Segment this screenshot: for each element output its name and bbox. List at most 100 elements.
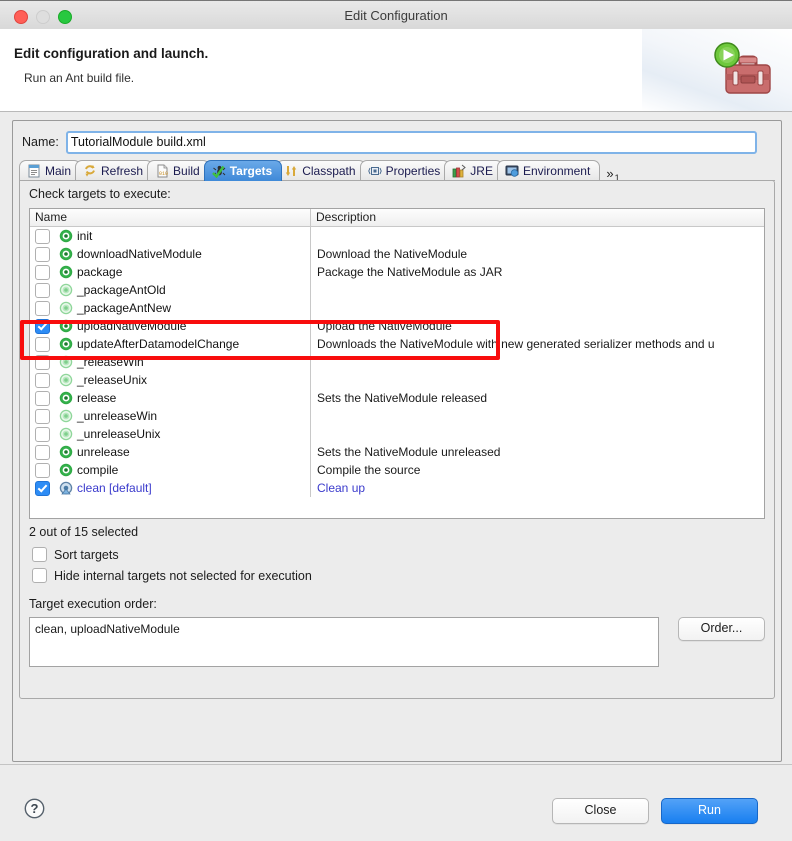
target-icon	[59, 229, 73, 243]
tab-main-label: Main	[45, 164, 72, 178]
tab-environment[interactable]: Environment	[496, 160, 601, 181]
default-target-icon	[59, 481, 73, 495]
ant-build-toolbox-icon	[714, 42, 771, 94]
target-name-cell: uploadNativeModule	[30, 317, 311, 335]
hide-internal-targets-option[interactable]: Hide internal targets not selected for e…	[32, 568, 312, 583]
target-checkbox[interactable]	[35, 426, 50, 442]
selection-count-label: 2 out of 15 selected	[29, 525, 139, 539]
target-checkbox[interactable]	[35, 264, 50, 280]
target-description	[311, 281, 764, 299]
target-icon	[59, 445, 73, 459]
target-name: _packageAntOld	[77, 283, 166, 297]
target-description: Sets the NativeModule unreleased	[317, 445, 501, 459]
table-row[interactable]: release Sets the NativeModule released	[30, 389, 764, 407]
target-icon	[59, 265, 73, 279]
column-header-description[interactable]: Description	[311, 209, 764, 226]
target-name: _unreleaseUnix	[77, 427, 161, 441]
table-row[interactable]: downloadNativeModule Download the NativeM…	[30, 245, 764, 263]
tab-jre[interactable]: JRE	[444, 160, 503, 181]
target-checkbox[interactable]	[35, 246, 50, 262]
target-name: init	[77, 229, 93, 243]
sort-targets-option[interactable]: Sort targets	[32, 547, 119, 562]
order-button[interactable]: Order...	[678, 617, 765, 641]
target-name: uploadNativeModule	[77, 319, 187, 333]
target-checkbox[interactable]	[35, 354, 50, 370]
column-header-name[interactable]: Name	[30, 209, 311, 226]
target-description	[311, 407, 764, 425]
targets-table[interactable]: Name Description init downloadNativeModul…	[29, 208, 765, 519]
tab-classpath-label: Classpath	[302, 164, 356, 178]
target-description: Compile the source	[317, 463, 421, 477]
help-icon[interactable]: ?	[24, 798, 45, 819]
properties-icon	[367, 167, 382, 175]
configuration-name-input[interactable]	[65, 130, 757, 154]
target-icon	[59, 337, 73, 351]
targets-table-body: init downloadNativeModule Download the Nat…	[30, 227, 764, 497]
check-targets-label: Check targets to execute:	[29, 187, 171, 201]
environment-icon	[505, 165, 519, 177]
name-label: Name:	[22, 135, 59, 149]
tab-build[interactable]: 010 Build	[147, 160, 210, 181]
target-icon	[59, 391, 73, 405]
target-checkbox[interactable]	[35, 372, 50, 388]
table-row[interactable]: _releaseWin	[30, 353, 764, 371]
tab-properties[interactable]: Properties	[359, 160, 451, 181]
target-description: Upload the NativeModule	[317, 319, 452, 333]
window-title: Edit Configuration	[344, 8, 448, 23]
tab-classpath[interactable]: Classpath	[276, 160, 366, 181]
svg-text:010: 010	[159, 171, 168, 177]
table-row[interactable]: _unreleaseUnix	[30, 425, 764, 443]
target-checkbox[interactable]	[35, 228, 50, 244]
target-description: Downloads the NativeModule with new gene…	[317, 337, 715, 351]
target-name-cell: _unreleaseUnix	[30, 425, 311, 443]
target-name-cell: unrelease	[30, 443, 311, 461]
table-row[interactable]: _packageAntNew	[30, 299, 764, 317]
target-description	[311, 353, 764, 371]
run-button[interactable]: Run	[661, 798, 758, 824]
internal-target-icon	[59, 409, 73, 423]
table-row[interactable]: _unreleaseWin	[30, 407, 764, 425]
tab-strip: Main Refresh 010 Build Targets Classpath…	[19, 159, 775, 183]
target-name: downloadNativeModule	[77, 247, 202, 261]
target-description	[311, 425, 764, 443]
target-checkbox[interactable]	[35, 318, 50, 334]
target-name-cell: downloadNativeModule	[30, 245, 311, 263]
close-button[interactable]: Close	[552, 798, 649, 824]
table-row[interactable]: package Package the NativeModule as JAR	[30, 263, 764, 281]
target-checkbox[interactable]	[35, 336, 50, 352]
table-row[interactable]: updateAfterDatamodelChange Downloads the …	[30, 335, 764, 353]
target-name: _releaseUnix	[77, 373, 148, 387]
tab-jre-label: JRE	[470, 164, 493, 178]
target-description: Sets the NativeModule released	[317, 391, 488, 405]
target-checkbox[interactable]	[35, 282, 50, 298]
classpath-arrows-icon	[286, 166, 297, 176]
tab-refresh[interactable]: Refresh	[75, 160, 154, 181]
tab-main[interactable]: Main	[19, 160, 82, 181]
target-icon	[59, 319, 73, 333]
target-checkbox[interactable]	[35, 408, 50, 424]
target-checkbox[interactable]	[35, 390, 50, 406]
hide-internal-targets-checkbox[interactable]	[32, 568, 47, 583]
tab-overflow-button[interactable]: » 1	[598, 161, 625, 183]
internal-target-icon	[59, 355, 73, 369]
table-row[interactable]: uploadNativeModule Upload the NativeModul…	[30, 317, 764, 335]
target-checkbox[interactable]	[35, 480, 50, 496]
target-name-cell: init	[30, 227, 311, 245]
target-name: _unreleaseWin	[77, 409, 158, 423]
target-name-cell: _packageAntOld	[30, 281, 311, 299]
sort-targets-checkbox[interactable]	[32, 547, 47, 562]
table-row[interactable]: init	[30, 227, 764, 245]
table-row[interactable]: clean [default] Clean up	[30, 479, 764, 497]
tab-targets[interactable]: Targets	[203, 160, 283, 181]
window-titlebar: Edit Configuration	[0, 0, 792, 31]
table-row[interactable]: compile Compile the source	[30, 461, 764, 479]
table-row[interactable]: unrelease Sets the NativeModule unrelease…	[30, 443, 764, 461]
target-name: package	[77, 265, 123, 279]
target-checkbox[interactable]	[35, 300, 50, 316]
tab-properties-label: Properties	[385, 164, 441, 178]
target-name-cell: compile	[30, 461, 311, 479]
table-row[interactable]: _packageAntOld	[30, 281, 764, 299]
target-checkbox[interactable]	[35, 444, 50, 460]
target-checkbox[interactable]	[35, 462, 50, 478]
table-row[interactable]: _releaseUnix	[30, 371, 764, 389]
